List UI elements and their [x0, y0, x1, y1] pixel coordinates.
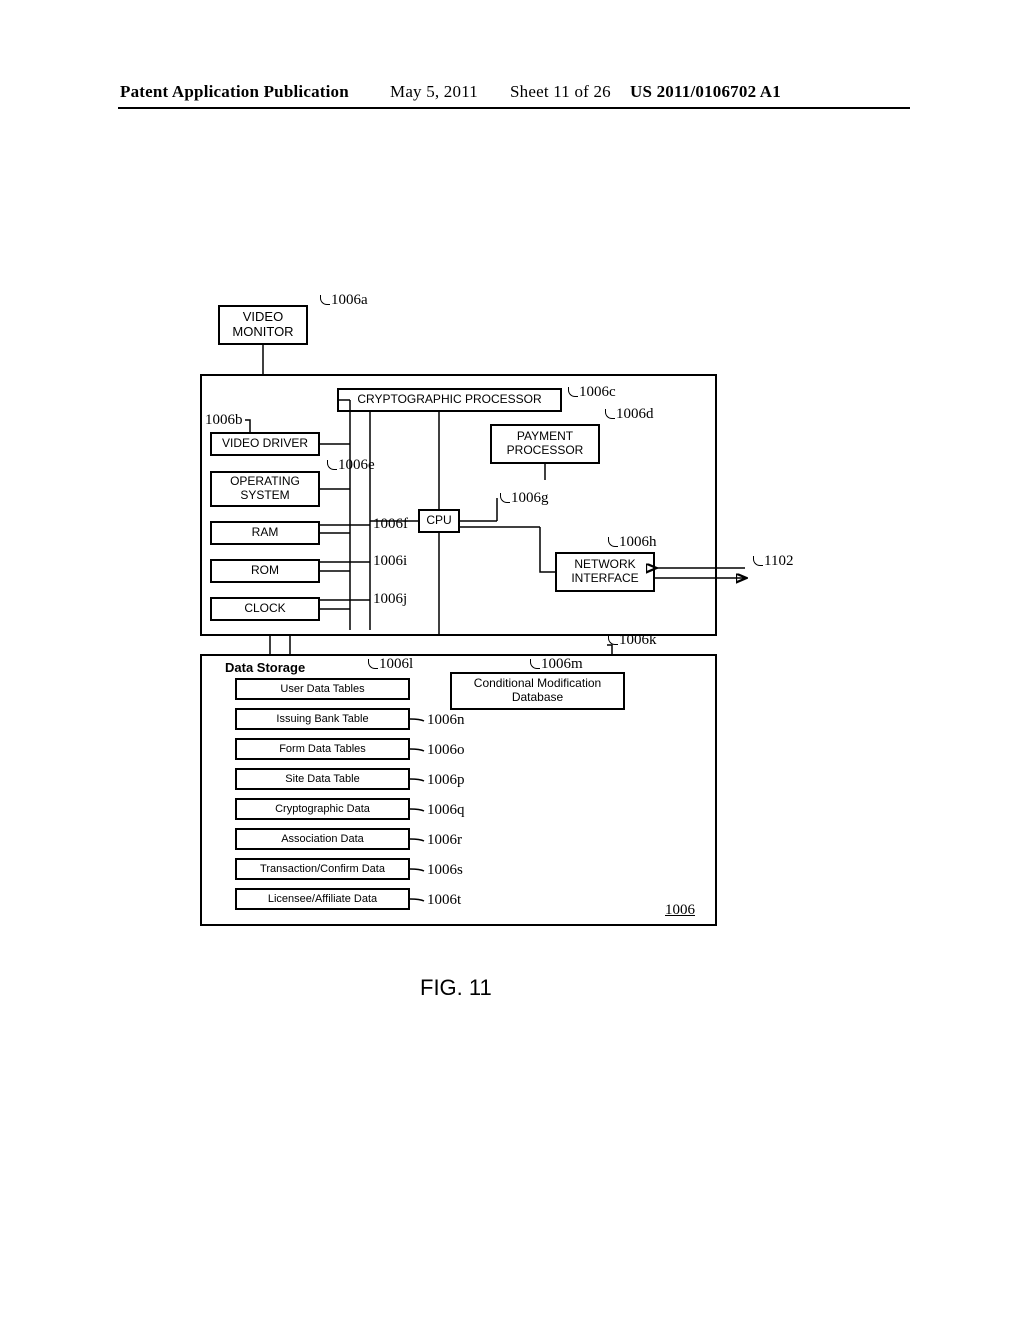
ref-1006q: 1006q — [427, 802, 465, 819]
diagram-stage: Patent Application Publication May 5, 20… — [0, 0, 1024, 1320]
video-monitor-box: VIDEO MONITOR — [218, 305, 308, 345]
ref-1006: 1006 — [665, 902, 695, 919]
video-driver-box: VIDEO DRIVER — [210, 432, 320, 456]
header-right: US 2011/0106702 A1 — [630, 82, 781, 102]
data-storage-title: Data Storage — [225, 660, 305, 675]
ref-1006o: 1006o — [427, 742, 465, 759]
ref-1006h: 1006h — [608, 534, 657, 551]
header-date: May 5, 2011 — [390, 82, 478, 102]
cpu-box: CPU — [418, 509, 460, 533]
header-rule — [118, 107, 910, 109]
ref-1006j: 1006j — [373, 591, 407, 608]
rom-box: ROM — [210, 559, 320, 583]
form-data-tables-box: Form Data Tables — [235, 738, 410, 760]
ref-1006r: 1006r — [427, 832, 462, 849]
network-interface-box: NETWORK INTERFACE — [555, 552, 655, 592]
ref-1006d: 1006d — [605, 406, 654, 423]
crypto-data-box: Cryptographic Data — [235, 798, 410, 820]
ref-1006i: 1006i — [373, 553, 407, 570]
clock-box: CLOCK — [210, 597, 320, 621]
ref-1006m: 1006m — [530, 656, 583, 673]
ref-1006p: 1006p — [427, 772, 465, 789]
os-box: OPERATING SYSTEM — [210, 471, 320, 507]
issuing-bank-table-box: Issuing Bank Table — [235, 708, 410, 730]
site-data-table-box: Site Data Table — [235, 768, 410, 790]
ref-1006b: 1006b — [205, 412, 243, 429]
ref-1006c: 1006c — [568, 384, 616, 401]
ref-1006s: 1006s — [427, 862, 463, 879]
user-data-tables-box: User Data Tables — [235, 678, 410, 700]
header-sheet: Sheet 11 of 26 — [510, 82, 611, 102]
ram-box: RAM — [210, 521, 320, 545]
licensee-data-box: Licensee/Affiliate Data — [235, 888, 410, 910]
cond-mod-db-box: Conditional Modification Database — [450, 672, 625, 710]
crypto-processor-box: CRYPTOGRAPHIC PROCESSOR — [337, 388, 562, 412]
ref-1006k: 1006k — [608, 632, 657, 649]
ref-1006l: 1006l — [368, 656, 413, 673]
transaction-data-box: Transaction/Confirm Data — [235, 858, 410, 880]
ref-1006a: 1006a — [320, 292, 368, 309]
figure-caption: FIG. 11 — [420, 975, 492, 1001]
ref-1006t: 1006t — [427, 892, 461, 909]
header-left: Patent Application Publication — [120, 82, 349, 102]
ref-1006f: 1006f — [373, 516, 408, 533]
ref-1102: 1102 — [753, 553, 793, 570]
ref-1006e: 1006e — [327, 457, 375, 474]
association-data-box: Association Data — [235, 828, 410, 850]
ref-1006n: 1006n — [427, 712, 465, 729]
ref-1006g: 1006g — [500, 490, 549, 507]
payment-processor-box: PAYMENT PROCESSOR — [490, 424, 600, 464]
